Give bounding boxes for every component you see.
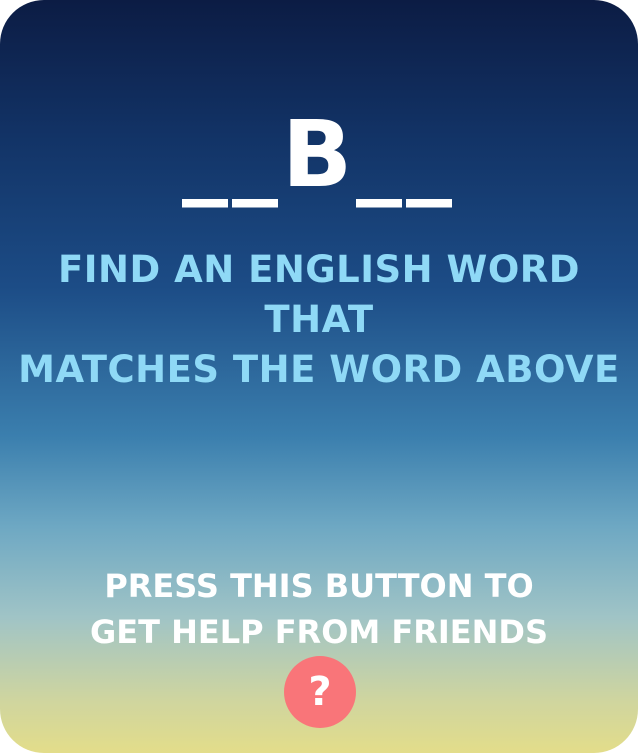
help-hint-text: PRESS THIS BUTTON TO GET HELP FROM FRIEN… [0, 563, 638, 655]
game-card: __B__ FIND AN ENGLISH WORD THAT MATCHES … [0, 0, 638, 753]
instruction-text: FIND AN ENGLISH WORD THAT MATCHES THE WO… [0, 245, 638, 395]
question-mark-icon: ? [308, 669, 332, 715]
help-hint-line-1: PRESS THIS BUTTON TO [104, 567, 534, 605]
instruction-line-2: MATCHES THE WORD ABOVE [18, 348, 620, 391]
instruction-line-1: FIND AN ENGLISH WORD THAT [57, 248, 580, 341]
hidden-word-pattern: __B__ [181, 101, 457, 208]
help-from-friends-button[interactable]: ? [284, 656, 356, 728]
help-hint-line-2: GET HELP FROM FRIENDS [89, 613, 549, 651]
